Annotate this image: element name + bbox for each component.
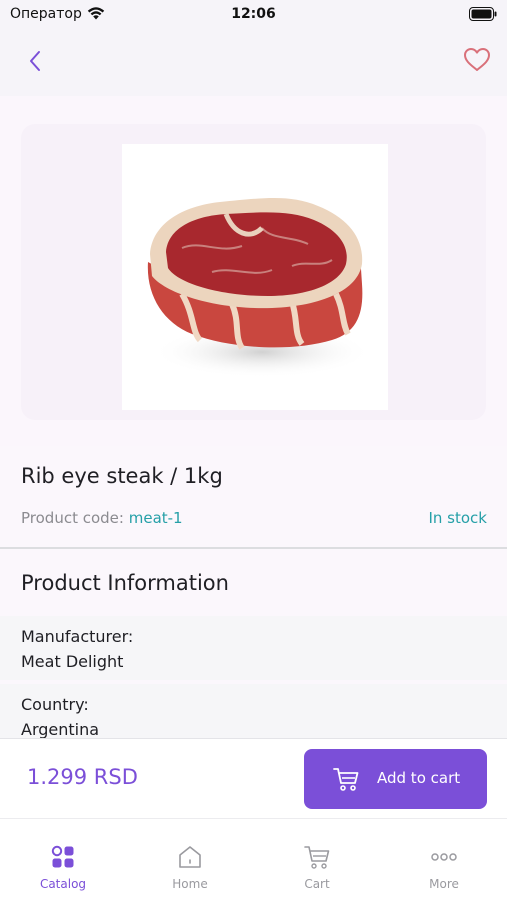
product-information-title: Product Information xyxy=(21,571,229,595)
add-to-cart-button[interactable]: Add to cart xyxy=(304,749,487,809)
product-code-value: meat-1 xyxy=(128,509,183,527)
info-value: Argentina xyxy=(21,720,100,738)
tab-label: Cart xyxy=(304,877,330,891)
back-button[interactable] xyxy=(22,46,48,76)
info-item-manufacturer: Manufacturer: Meat Delight xyxy=(0,616,507,680)
cart-bar: 1.299 RSD Add to cart xyxy=(0,738,507,818)
tab-catalog[interactable]: Catalog xyxy=(0,819,126,900)
catalog-icon xyxy=(51,845,74,868)
tab-bar: Catalog Home Cart More xyxy=(0,818,507,900)
product-photo xyxy=(122,144,388,410)
divider xyxy=(0,547,507,549)
battery-icon xyxy=(469,7,497,21)
info-label: Manufacturer: xyxy=(21,627,134,646)
favorite-button[interactable] xyxy=(461,44,493,76)
add-to-cart-label: Add to cart xyxy=(377,769,461,787)
clock: 12:06 xyxy=(231,6,276,22)
stock-status: In stock xyxy=(428,509,487,527)
chevron-left-icon xyxy=(30,51,40,71)
steak-image xyxy=(147,198,372,378)
info-item-country: Country: Argentina xyxy=(0,684,507,738)
info-value: Meat Delight xyxy=(21,652,124,671)
heart-icon xyxy=(464,48,490,71)
status-bar: Оператор 12:06 xyxy=(0,0,507,30)
home-icon xyxy=(179,846,201,868)
tab-label: Catalog xyxy=(39,877,87,891)
product-price: 1.299 RSD xyxy=(27,765,138,789)
tab-label: More xyxy=(429,877,459,891)
tab-label: Home xyxy=(172,877,208,891)
nav-header xyxy=(0,30,507,96)
product-code-row: Product code: meat-1 In stock xyxy=(21,509,487,531)
tab-more[interactable]: More xyxy=(381,819,507,900)
tab-cart[interactable]: Cart xyxy=(254,819,380,900)
product-code-label: Product code: xyxy=(21,509,124,527)
cart-icon xyxy=(304,846,330,869)
info-label: Country: xyxy=(21,695,89,714)
more-icon xyxy=(431,853,457,861)
product-title: Rib eye steak / 1kg xyxy=(21,464,223,488)
cart-icon xyxy=(333,768,359,791)
product-image-panel xyxy=(0,96,507,446)
tab-home[interactable]: Home xyxy=(127,819,253,900)
